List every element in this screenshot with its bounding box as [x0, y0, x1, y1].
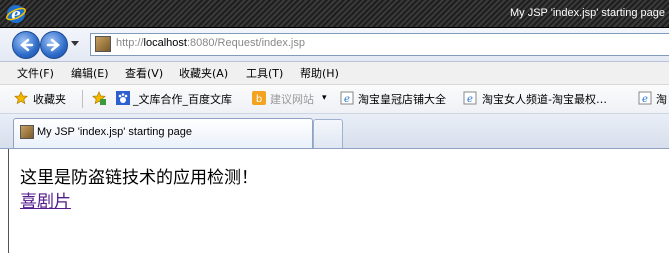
menu-edit[interactable]: 编辑(E): [71, 65, 109, 81]
favorite-link-taobao-women[interactable]: 淘宝女人频道-淘宝最权…: [482, 91, 607, 107]
svg-text:e: e: [642, 94, 648, 105]
address-bar[interactable]: http://localhost:8080/Request/index.jsp: [90, 33, 669, 56]
favorites-bar: 收藏夹 _文库合作_百度文库 b 建议网站 ▾ e 淘宝皇冠店铺大全 e 淘宝女…: [0, 85, 669, 114]
favorite-link-baidu-wenku[interactable]: _文库合作_百度文库: [133, 91, 232, 107]
favorite-link-taobao-crown[interactable]: 淘宝皇冠店铺大全: [358, 91, 446, 107]
new-tab-button[interactable]: [313, 119, 343, 148]
favorite-link-suggested-sites[interactable]: 建议网站: [270, 91, 314, 107]
ie-page-icon: e: [340, 91, 354, 105]
ie-page-icon: e: [463, 91, 477, 105]
menu-favorites[interactable]: 收藏夹(A): [179, 65, 228, 81]
favorite-link-truncated[interactable]: 淘: [656, 91, 667, 107]
favorites-button[interactable]: 收藏夹: [33, 91, 66, 107]
address-url[interactable]: http://localhost:8080/Request/index.jsp: [116, 37, 305, 49]
page-message: 这里是防盗链技术的应用检测！: [20, 168, 258, 188]
navigation-bar: http://localhost:8080/Request/index.jsp: [0, 28, 669, 62]
comedy-link[interactable]: 喜剧片: [20, 187, 71, 212]
page-icon: [95, 36, 111, 52]
forward-button[interactable]: [40, 31, 68, 59]
history-dropdown-icon[interactable]: [71, 41, 79, 46]
svg-text:e: e: [344, 94, 350, 105]
menu-file[interactable]: 文件(F): [17, 65, 54, 81]
favorites-separator: [82, 90, 83, 108]
page-icon: [20, 125, 34, 139]
svg-text:b: b: [256, 94, 262, 105]
menu-tools[interactable]: 工具(T): [246, 65, 283, 81]
forward-arrow-icon: [46, 38, 60, 52]
star-icon: [14, 91, 28, 105]
tab-label: My JSP 'index.jsp' starting page: [37, 126, 193, 138]
ie-page-icon: e: [638, 91, 652, 105]
suggested-sites-dropdown-icon[interactable]: ▾: [322, 93, 327, 103]
menu-bar: 文件(F) 编辑(E) 查看(V) 收藏夹(A) 工具(T) 帮助(H): [0, 62, 669, 85]
page-content: 这里是防盗链技术的应用检测！ 喜剧片: [8, 149, 669, 253]
menu-view[interactable]: 查看(V): [125, 65, 163, 81]
tab-index-jsp[interactable]: My JSP 'index.jsp' starting page: [13, 118, 313, 148]
tab-bar: My JSP 'index.jsp' starting page: [0, 114, 669, 149]
svg-text:e: e: [11, 5, 21, 23]
menu-help[interactable]: 帮助(H): [300, 65, 339, 81]
svg-text:e: e: [467, 94, 473, 105]
back-arrow-icon: [20, 38, 34, 52]
back-button[interactable]: [12, 31, 40, 59]
ie-logo-icon: e: [6, 5, 26, 23]
add-favorite-icon[interactable]: [92, 91, 106, 105]
window-title: My JSP 'index.jsp' starting page: [509, 7, 665, 19]
title-bar: e My JSP 'index.jsp' starting page: [0, 0, 669, 28]
baidu-paw-icon: [116, 91, 130, 105]
suggested-sites-icon: b: [252, 91, 266, 105]
